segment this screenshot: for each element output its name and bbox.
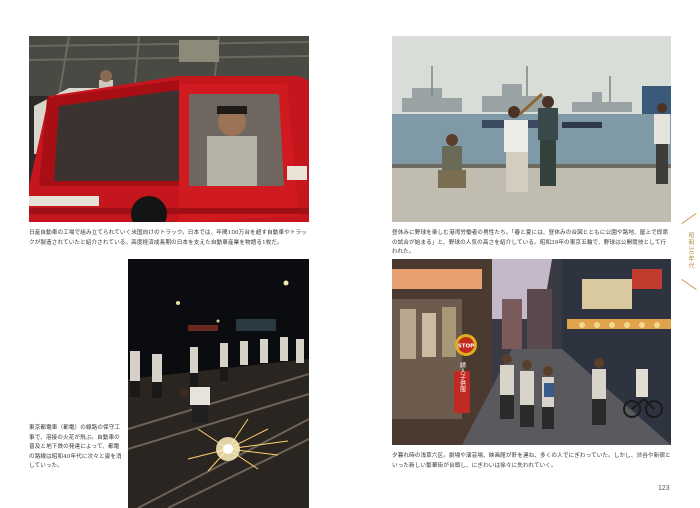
baseball-port-caption: 昼休みに野球を楽しむ港湾労働者の男性たち。「春と夏には、昼休みの合図とともに公園… xyxy=(392,230,669,255)
store-sign-text: 婦人子供服 xyxy=(459,361,466,393)
car-factory-caption: 日産自動車の工場で組み立てられていく米国向けのトラック。日本では、年間100万台… xyxy=(29,230,307,246)
side-tab-rule-bottom xyxy=(681,278,697,291)
tram-repair-caption: 東京都電車（都電）の線路の保守工事で、溶接の火花が飛ぶ。自動車の普及と地下鉄の発… xyxy=(29,425,122,469)
page-number: 123 xyxy=(658,485,670,492)
tram-repair-photo xyxy=(128,259,309,508)
side-tab-label: 昭和30年代 xyxy=(687,232,694,270)
stop-sign-text: STOP xyxy=(458,344,474,350)
asakusa-street-photo: 婦人子供服 STOP xyxy=(392,259,671,445)
side-tab-rule-top xyxy=(681,212,697,225)
baseball-port-photo xyxy=(392,36,671,222)
asakusa-caption: 夕暮れ時の浅草六区。劇場や演芸場、映画館が軒を連ね、多くの人でにぎわっていた。し… xyxy=(392,453,671,469)
car-factory-photo xyxy=(29,36,309,222)
